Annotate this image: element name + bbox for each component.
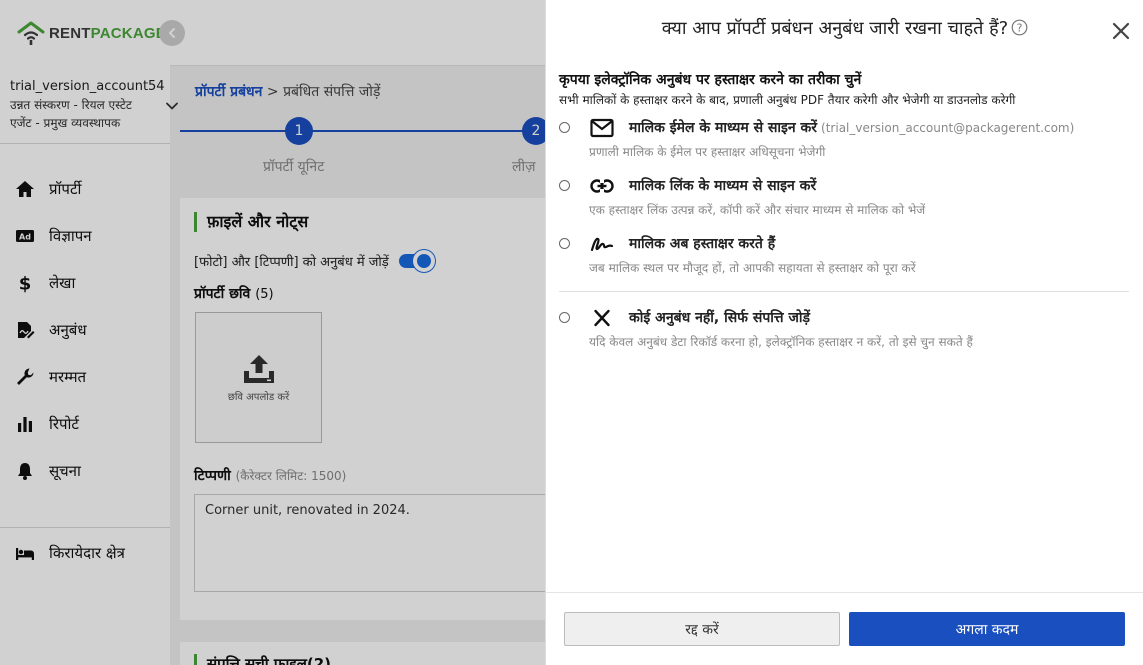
radio-button[interactable]: [559, 238, 570, 249]
option-divider: [559, 291, 1129, 292]
modal-heading: कृपया इलेक्ट्रॉनिक अनुबंध पर हस्ताक्षर क…: [559, 72, 862, 88]
contract-signing-modal: क्या आप प्रॉपर्टी प्रबंधन अनुबंध जारी रख…: [545, 0, 1143, 665]
option-description: यदि केवल अनुबंध डेटा रिकॉर्ड करना हो, इल…: [589, 335, 973, 349]
option-title: मालिक अब हस्ताक्षर करते हैं: [629, 236, 776, 252]
option-description: प्रणाली मालिक के ईमेल पर हस्ताक्षर अधिसू…: [589, 145, 826, 159]
option-description: एक हस्ताक्षर लिंक उत्पन्न करें, कॉपी करे…: [589, 203, 926, 217]
modal-subheading: सभी मालिकों के हस्ताक्षर करने के बाद, प्…: [559, 93, 1016, 107]
radio-button[interactable]: [559, 122, 570, 133]
modal-title: क्या आप प्रॉपर्टी प्रबंधन अनुबंध जारी रख…: [546, 16, 1143, 40]
option-description: जब मालिक स्थल पर मौजूद हों, तो आपकी सहाय…: [589, 261, 916, 275]
x-icon: [589, 307, 615, 329]
modal-backdrop[interactable]: [0, 0, 545, 665]
svg-text:?: ?: [1017, 22, 1023, 35]
help-icon[interactable]: ?: [1011, 19, 1028, 36]
mail-icon: [589, 117, 615, 139]
option-title: कोई अनुबंध नहीं, सिर्फ संपत्ति जोड़ें: [629, 310, 810, 326]
radio-button[interactable]: [559, 312, 570, 323]
close-icon[interactable]: [1110, 20, 1132, 42]
option-title: मालिक ईमेल के माध्यम से साइन करें (trial_…: [629, 120, 1075, 136]
cancel-button[interactable]: रद्द करें: [564, 612, 840, 646]
radio-button[interactable]: [559, 180, 570, 191]
account-email: (trial_version_account@packagerent.com): [821, 121, 1075, 135]
next-step-button[interactable]: अगला कदम: [849, 612, 1125, 646]
link-icon: [589, 175, 615, 197]
modal-footer: रद्द करें अगला कदम: [546, 592, 1143, 665]
option-title: मालिक लिंक के माध्यम से साइन करें: [629, 178, 817, 194]
signature-icon: [589, 233, 615, 255]
